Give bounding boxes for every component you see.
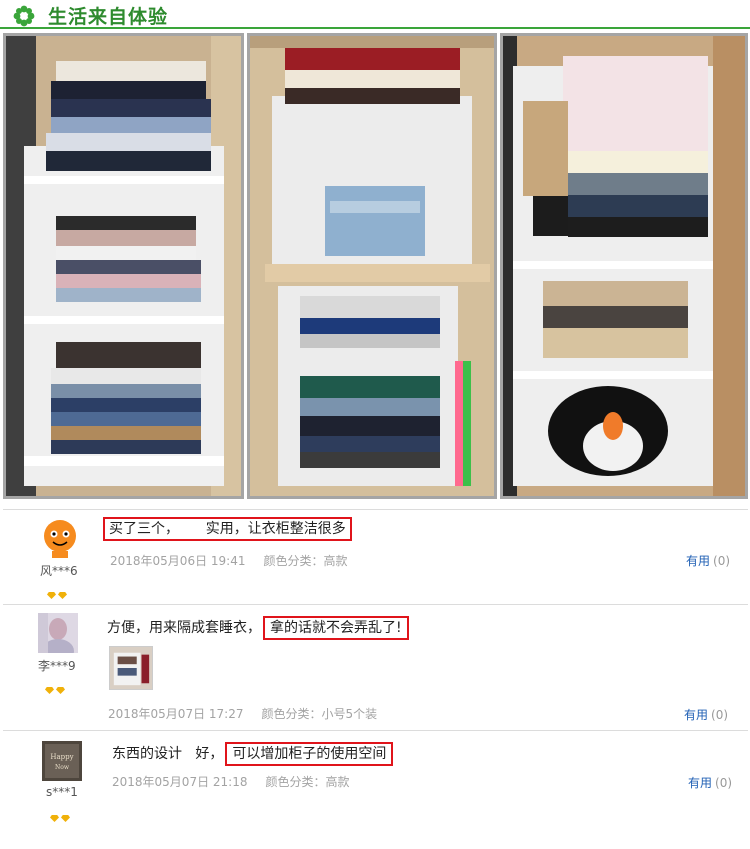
review-item: Happy Now s***1 东西的设计 好， 可以增加柜子的使用空间 2018…	[0, 731, 750, 841]
wardrobe-image-1	[6, 36, 241, 496]
review-meta: 2018年05月06日 19:41 颜色分类：高款	[110, 552, 348, 569]
flower-icon	[13, 5, 35, 27]
review-text-plain: 方便，用来隔成套睡衣，	[107, 620, 261, 636]
diamond-icon	[50, 815, 59, 822]
review-text: 东西的设计 好， 可以增加柜子的使用空间	[112, 742, 394, 766]
useful-label: 有用	[686, 554, 711, 568]
useful-count: (0)	[713, 554, 731, 568]
review-text: 方便，用来隔成套睡衣， 拿的话就不会弄乱了!	[107, 616, 409, 640]
wardrobe-photo-2[interactable]	[247, 33, 497, 499]
useful-button[interactable]: 有用 (0)	[684, 706, 728, 723]
wardrobe-image-3	[503, 36, 745, 496]
avatar[interactable]: Happy Now	[42, 741, 82, 781]
diamond-icon	[45, 687, 54, 694]
username: 李***9	[38, 659, 76, 673]
review-meta: 2018年05月07日 21:18 颜色分类：高款	[112, 773, 350, 790]
svg-text:Now: Now	[55, 764, 70, 771]
useful-button[interactable]: 有用 (0)	[686, 552, 730, 569]
useful-count: (0)	[711, 708, 729, 722]
svg-text:Happy: Happy	[50, 753, 73, 761]
useful-label: 有用	[688, 776, 713, 790]
review-date: 2018年05月07日 17:27	[108, 707, 244, 721]
username: 风***6	[40, 564, 78, 578]
diamond-icon	[61, 815, 70, 822]
review-date: 2018年05月07日 21:18	[112, 775, 248, 789]
review-highlight: 买了三个， 实用，让衣柜整洁很多	[103, 517, 352, 541]
review-text-highlight: 可以增加柜子的使用空间	[225, 742, 394, 766]
rank-diamonds	[45, 679, 67, 694]
username: s***1	[46, 785, 78, 799]
variant-value: 小号5个装	[321, 707, 378, 721]
review-text: 买了三个， 实用，让衣柜整洁很多	[103, 517, 352, 541]
review-photo-thumbnail[interactable]	[109, 646, 153, 690]
variant-label: 颜色分类：	[261, 707, 322, 721]
variant-label: 颜色分类：	[265, 775, 326, 789]
wardrobe-photo-3[interactable]	[500, 33, 748, 499]
wardrobe-photo-1[interactable]	[3, 33, 244, 499]
header-divider	[0, 27, 750, 29]
review-meta: 2018年05月07日 17:27 颜色分类：小号5个装	[108, 705, 377, 722]
review-date: 2018年05月06日 19:41	[110, 554, 246, 568]
useful-count: (0)	[715, 776, 733, 790]
review-text-highlight: 拿的话就不会弄乱了!	[263, 616, 409, 640]
review-text-plain: 东西的设计 好，	[112, 746, 224, 762]
review-item: 风***6 买了三个， 实用，让衣柜整洁很多 2018年05月06日 19:41…	[0, 510, 750, 604]
useful-label: 有用	[684, 708, 709, 722]
rank-diamonds	[47, 584, 69, 599]
rank-diamonds	[50, 807, 72, 822]
wardrobe-image-2	[250, 36, 494, 496]
section-header: 生活来自体验	[0, 0, 750, 29]
variant-label: 颜色分类：	[263, 554, 324, 568]
variant-value: 高款	[323, 554, 348, 568]
section-title: 生活来自体验	[48, 6, 169, 28]
useful-button[interactable]: 有用 (0)	[688, 774, 732, 791]
avatar[interactable]	[38, 613, 78, 653]
review-item: 李***9 方便，用来隔成套睡衣， 拿的话就不会弄乱了! 2018年05月07日 …	[0, 605, 750, 730]
avatar[interactable]	[40, 518, 80, 558]
variant-value: 高款	[325, 775, 350, 789]
review-text-plain: 买了三个，	[109, 521, 206, 537]
diamond-icon	[58, 592, 67, 599]
review-text-highlight: 实用，让衣柜整洁很多	[205, 521, 346, 537]
diamond-icon	[56, 687, 65, 694]
diamond-icon	[47, 592, 56, 599]
